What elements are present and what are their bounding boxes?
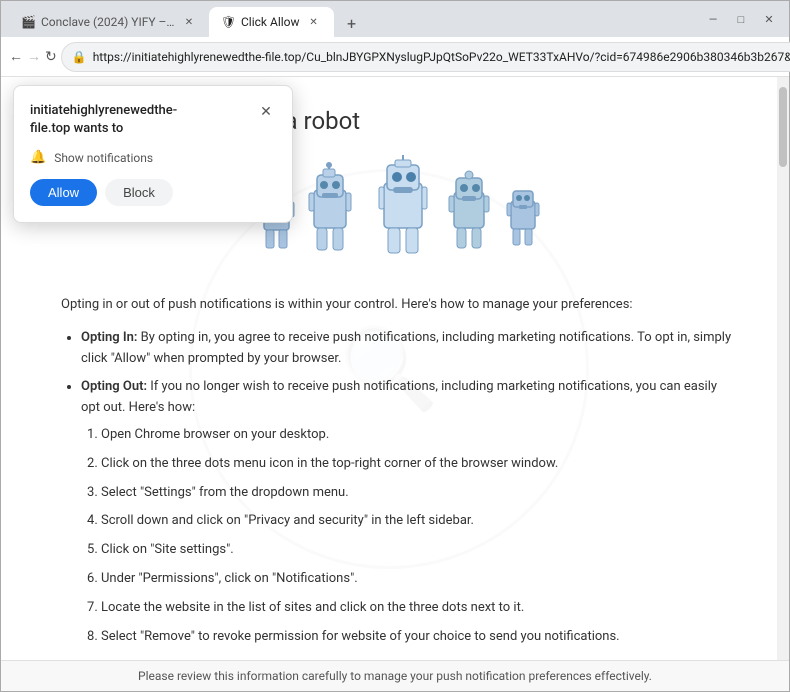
browser-window: 🎬 Conclave (2024) YIFY – Downlo... ✕ 🛡 C… [0,0,790,692]
popup-header: initiatehighlyrenewedthe- file.top wants… [30,102,276,138]
nav-bar: ← → ↻ 🔒 https://initiatehighlyrenewedthe… [1,37,789,77]
footer: Please review this information carefully… [1,660,789,691]
opting-section: Opting In: By opting in, you agree to re… [61,328,737,648]
step-1: Open Chrome browser on your desktop. [101,425,737,446]
scrollbar[interactable] [777,77,789,660]
tab-1[interactable]: 🎬 Conclave (2024) YIFY – Downlo... ✕ [9,7,209,37]
allow-button[interactable]: Allow [30,179,97,206]
tab-2[interactable]: 🛡 Click Allow ✕ [209,7,334,37]
address-bar[interactable]: 🔒 https://initiatehighlyrenewedthe-file.… [61,42,790,72]
tab-bar: 🎬 Conclave (2024) YIFY – Downlo... ✕ 🛡 C… [9,1,693,37]
title-bar: 🎬 Conclave (2024) YIFY – Downlo... ✕ 🛡 C… [1,1,789,37]
step-2: Click on the three dots menu icon in the… [101,454,737,475]
footer-text: Please review this information carefully… [138,669,652,683]
opting-out-bold: Opting Out: [81,379,147,394]
address-lock-icon: 🔒 [72,50,87,64]
popup-close-button[interactable]: ✕ [256,102,276,122]
popup-notification-row: 🔔 Show notifications [30,150,276,165]
steps-list: Open Chrome browser on your desktop. Clic… [101,425,737,647]
step-8: Select "Remove" to revoke permission for… [101,627,737,648]
opting-in-bold: Opting In: [81,330,137,345]
tab-1-label: Conclave (2024) YIFY – Downlo... [41,15,175,29]
address-url: https://initiatehighlyrenewedthe-file.to… [93,50,790,64]
step-6: Under "Permissions", click on "Notificat… [101,569,737,590]
tab-1-favicon: 🎬 [21,15,35,29]
popup-notification-label: Show notifications [54,151,153,165]
step-7: Locate the website in the list of sites … [101,598,737,619]
opting-out-item: Opting Out: If you no longer wish to rec… [81,377,737,647]
scrollbar-thumb[interactable] [779,87,787,167]
block-button[interactable]: Block [105,179,173,206]
popup-buttons: Allow Block [30,179,276,206]
tab-1-close[interactable]: ✕ [181,14,197,30]
tab-2-favicon: 🛡 [221,15,235,29]
forward-button[interactable]: → [27,43,41,71]
tab-2-close[interactable]: ✕ [306,14,322,30]
intro-text: Opting in or out of push notifications i… [61,295,737,316]
step-3: Select "Settings" from the dropdown menu… [101,483,737,504]
popup-site-title: initiatehighlyrenewedthe- file.top wants… [30,102,177,138]
maximize-button[interactable]: □ [729,7,753,31]
bell-icon: 🔔 [30,150,46,165]
step-5: Click on "Site settings". [101,540,737,561]
content-area: 🔍 initiatehighlyrenewedthe- file.top wan… [1,77,789,660]
window-controls: — □ ✕ [701,7,781,31]
minimize-button[interactable]: — [701,7,725,31]
new-tab-button[interactable]: + [338,9,366,37]
notification-popup: initiatehighlyrenewedthe- file.top wants… [13,85,293,223]
opting-in-item: Opting In: By opting in, you agree to re… [81,328,737,370]
opting-out-text: If you no longer wish to receive push no… [81,379,717,415]
back-button[interactable]: ← [9,43,23,71]
tab-2-label: Click Allow [241,15,300,29]
reload-button[interactable]: ↻ [45,43,57,71]
close-button[interactable]: ✕ [757,7,781,31]
step-4: Scroll down and click on "Privacy and se… [101,511,737,532]
page-content: 🔍 initiatehighlyrenewedthe- file.top wan… [1,77,777,660]
opting-in-text: By opting in, you agree to receive push … [81,330,731,366]
